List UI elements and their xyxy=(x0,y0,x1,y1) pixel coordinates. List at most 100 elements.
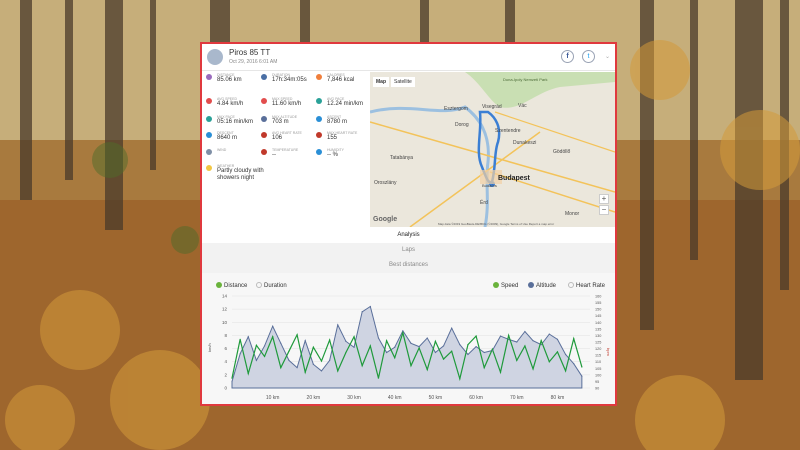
toggle-distance[interactable]: Distance xyxy=(216,282,247,289)
map-label: Tatabánya xyxy=(390,155,413,161)
route-map[interactable]: Esztergom Visegrád Vác Szentendre Dunake… xyxy=(370,72,615,227)
google-logo: Google xyxy=(373,216,398,223)
x-tick: 20 km xyxy=(307,395,321,401)
altitude-point xyxy=(247,336,249,338)
y-tick-right: 130 xyxy=(595,334,601,338)
altitude-point xyxy=(377,337,380,339)
zoom-out-button[interactable]: − xyxy=(599,205,609,215)
altitude-point xyxy=(581,375,583,377)
y-tick-right: 100 xyxy=(595,373,601,377)
altitude-point xyxy=(337,324,339,326)
y-tick-left: 10 xyxy=(222,320,228,325)
altitude-point xyxy=(312,363,314,365)
map-label: Visegrád xyxy=(482,104,502,110)
altitude-point xyxy=(369,305,371,308)
altitude-point xyxy=(288,359,290,361)
speed-point xyxy=(312,346,314,348)
chevron-down-icon[interactable]: ⌄ xyxy=(605,53,610,60)
toggle-heart-rate[interactable]: Heart Rate xyxy=(568,282,605,289)
speed-point xyxy=(345,351,347,354)
map-attribution[interactable]: Map data ©2019 GeoBasis-DE/BKG (©2009), … xyxy=(438,222,554,226)
altitude-point xyxy=(459,344,461,346)
map-type-satellite-button[interactable]: Satellite xyxy=(391,77,415,87)
x-tick: 50 km xyxy=(429,395,443,401)
y-tick-right: 110 xyxy=(595,360,601,364)
analysis-chart[interactable]: 0 2 4 6 8 10 12 14 90 95 100 105 110 115 120 125 130 135 1… xyxy=(202,292,615,404)
map-label: Budaörs xyxy=(482,183,497,188)
x-tick: 30 km xyxy=(347,395,361,401)
check-icon xyxy=(493,282,499,288)
altitude-point xyxy=(402,330,404,332)
activity-title: Piros 85 TT xyxy=(229,48,271,57)
speed-point xyxy=(369,345,371,347)
speed-point xyxy=(548,361,550,363)
altitude-point xyxy=(345,340,347,342)
map-canvas[interactable]: Esztergom Visegrád Vác Szentendre Dunake… xyxy=(370,72,615,227)
altitude-point xyxy=(231,380,233,383)
altitude-point xyxy=(385,351,388,354)
altitude-point xyxy=(434,351,437,354)
toggle-duration[interactable]: Duration xyxy=(256,282,287,289)
speed-point xyxy=(272,336,274,338)
altitude-point xyxy=(564,353,567,356)
y-tick-right: 150 xyxy=(595,308,601,312)
altitude-point xyxy=(483,351,485,354)
speed-point xyxy=(239,338,241,340)
altitude-point xyxy=(255,359,258,361)
tab-analysis[interactable]: Analysis xyxy=(202,228,615,243)
toggle-speed[interactable]: Speed xyxy=(493,282,518,289)
altitude-point xyxy=(467,353,469,356)
tab-laps[interactable]: Laps xyxy=(202,243,615,258)
speed-point xyxy=(573,338,575,340)
speed-point xyxy=(459,378,461,380)
toggle-altitude[interactable]: Altitude xyxy=(528,282,556,289)
mountain-icon xyxy=(261,116,267,122)
zoom-in-button[interactable]: + xyxy=(599,194,609,204)
clock-icon xyxy=(261,74,267,80)
map-label: Monor xyxy=(565,211,580,217)
radio-icon xyxy=(256,282,262,288)
y-tick-left: 0 xyxy=(224,386,227,391)
y-tick-right: 120 xyxy=(595,347,601,351)
altitude-point xyxy=(296,367,298,369)
pace-icon xyxy=(316,98,322,104)
facebook-share-button[interactable]: f xyxy=(561,50,574,63)
avatar[interactable] xyxy=(207,49,223,65)
y-tick-right: 90 xyxy=(595,387,599,391)
activity-date: Oct 29, 2016 6:01 AM xyxy=(229,59,278,65)
speed-point xyxy=(329,339,331,341)
y-tick-left: 2 xyxy=(224,372,227,377)
altitude-point xyxy=(556,338,559,340)
altitude-point xyxy=(353,346,355,348)
ascent-icon xyxy=(316,116,322,122)
speed-point xyxy=(402,332,404,334)
speed-point xyxy=(581,366,583,368)
altitude-point xyxy=(280,342,282,344)
y-tick-right: 140 xyxy=(595,321,601,325)
altitude-point xyxy=(499,335,502,337)
altitude-point xyxy=(426,337,428,339)
speed-point xyxy=(288,350,290,352)
altitude-point xyxy=(548,333,550,335)
speed-point xyxy=(556,351,559,353)
map-label: Oroszlány xyxy=(374,180,397,186)
map-label: Szentendre xyxy=(495,128,521,134)
speed-point xyxy=(263,355,266,358)
wind-icon xyxy=(206,149,212,155)
check-icon xyxy=(216,282,222,288)
y-tick-left: 8 xyxy=(224,333,227,338)
y-tick-right: 160 xyxy=(595,295,601,299)
map-label: Esztergom xyxy=(444,106,468,112)
twitter-share-button[interactable]: t xyxy=(582,50,595,63)
speed-point xyxy=(540,340,542,342)
altitude-point xyxy=(475,346,477,348)
check-icon xyxy=(528,282,534,288)
map-label: Érd xyxy=(480,199,488,206)
altitude-point xyxy=(573,363,575,365)
tab-best-distances[interactable]: Best distances xyxy=(202,258,615,273)
x-tick: 40 km xyxy=(388,395,402,401)
map-type-map-button[interactable]: Map xyxy=(373,77,389,87)
speed-point xyxy=(483,367,485,369)
heart-icon xyxy=(316,132,322,138)
y-tick-right: 155 xyxy=(595,301,601,305)
